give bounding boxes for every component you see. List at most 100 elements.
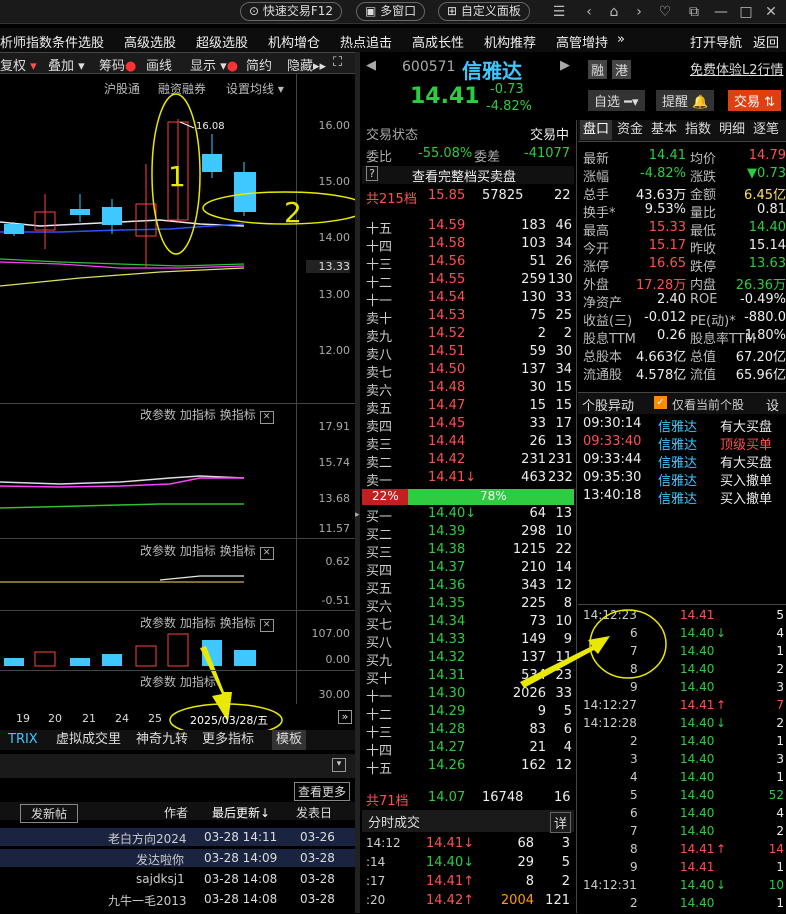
tab-template[interactable]: 模板 [272, 730, 307, 750]
back-icon[interactable]: ‹ [580, 3, 598, 21]
draw-button[interactable]: 画线 [146, 55, 172, 74]
multi-window-button[interactable]: ▣ 多窗口 [356, 2, 426, 21]
close-panel-icon[interactable]: ✕ [259, 619, 274, 632]
maximize-icon[interactable]: □ [737, 3, 755, 21]
anomaly-row[interactable]: 09:33:40 信雅达 顶级买单 [580, 434, 786, 453]
bid-row[interactable]: 买三 14.38 1215 22 [362, 542, 574, 561]
forum-row[interactable]: 九牛一毛2013 03-28 14:08 03-28 [0, 890, 355, 908]
hide-button[interactable]: 隐藏▸▸ [287, 55, 326, 74]
ask-row[interactable]: 卖四 14.45 33 17 [362, 416, 574, 435]
switch-indicator-link[interactable]: 换指标 [220, 616, 256, 630]
chips-button[interactable]: 筹码● [99, 55, 136, 74]
menu-item[interactable]: 机构增仓 [268, 32, 320, 51]
custom-panel-button[interactable]: ⊞ 自定义面板 [438, 2, 530, 21]
back-link[interactable]: 返回 [753, 32, 779, 51]
forum-row[interactable]: 老白方向2024 03-28 14:11 03-26 [0, 828, 355, 846]
anomaly-row[interactable]: 09:30:14 信雅达 有大买盘 [580, 416, 786, 435]
anomaly-row[interactable]: 13:40:18 信雅达 买入撤单 [580, 488, 786, 507]
prev-stock-icon[interactable]: ◀ [366, 58, 376, 73]
watchlist-dropdown[interactable]: 自选 ━▾ [588, 90, 645, 111]
ask-row[interactable]: 卖二 14.42 231 231 [362, 452, 574, 471]
open-nav-link[interactable]: 打开导航 [690, 32, 742, 51]
bid-row[interactable]: 十五 14.26 162 12 [362, 758, 574, 777]
anomaly-row[interactable]: 09:35:30 信雅达 买入撤单 [580, 470, 786, 489]
add-indicator-link[interactable]: 加指标 [180, 544, 216, 558]
minimize-icon[interactable]: — [712, 3, 730, 21]
overlay-dropdown[interactable]: 叠加 ▾ [48, 55, 85, 74]
bid-row[interactable]: 十四 14.27 21 4 [362, 740, 574, 759]
ask-row[interactable]: 卖一 14.41↓ 463 232 [362, 470, 574, 489]
bid-row[interactable]: 买五 14.36 343 12 [362, 578, 574, 597]
more-menu-icon[interactable]: » [617, 32, 625, 47]
tab-zijin[interactable]: 资金 [614, 120, 646, 140]
hk-badge[interactable]: 港 [612, 60, 632, 79]
menu-item[interactable]: 条件选股 [52, 32, 104, 51]
posted-header[interactable]: 发表日 [296, 804, 332, 821]
ask-row[interactable]: 十五 14.59 183 46 [362, 218, 574, 237]
ask-row[interactable]: 十三 14.56 51 26 [362, 254, 574, 273]
tab-virtual[interactable]: 虚拟成交里 [56, 730, 121, 750]
brief-button[interactable]: 简约 [246, 55, 272, 74]
margin-badge[interactable]: 融 [588, 60, 608, 79]
ask-row[interactable]: 十一 14.54 130 33 [362, 290, 574, 309]
ask-row[interactable]: 卖七 14.50 137 34 [362, 362, 574, 381]
skin-icon[interactable]: ♡ [656, 3, 674, 21]
collapse-icon[interactable]: ▾ [332, 758, 346, 772]
tab-zhubi[interactable]: 逐笔 [750, 120, 782, 140]
forum-row[interactable]: 发达啦你 03-28 14:09 03-28 [0, 849, 355, 867]
change-param-link[interactable]: 改参数 [140, 616, 176, 630]
forward-icon[interactable]: › [630, 3, 648, 21]
ask-row[interactable]: 十二 14.55 259 130 [362, 272, 574, 291]
menu-item[interactable]: 超级选股 [196, 32, 248, 51]
tab-jiben[interactable]: 基本 [648, 120, 680, 140]
tab-pankou[interactable]: 盘口 [580, 120, 612, 140]
restore-icon[interactable]: ⧉ [685, 3, 703, 21]
tab-more[interactable]: 更多指标 [202, 730, 254, 750]
anomaly-settings[interactable]: 设 [766, 395, 779, 414]
remind-button[interactable]: 提醒 🔔 [656, 90, 715, 111]
ask-row[interactable]: 卖六 14.48 30 15 [362, 380, 574, 399]
fullscreen-icon[interactable]: ⛶ [333, 55, 342, 70]
anomaly-row[interactable]: 09:33:44 信雅达 有大买盘 [580, 452, 786, 471]
close-panel-icon[interactable]: ✕ [259, 547, 274, 560]
next-stock-icon[interactable]: ▶ [560, 58, 570, 73]
close-icon[interactable]: ✕ [762, 3, 780, 21]
menu-icon[interactable]: ☰ [550, 3, 568, 21]
author-header[interactable]: 作者 [164, 804, 188, 821]
menu-item[interactable]: 高级选股 [124, 32, 176, 51]
view-more-button[interactable]: 查看更多 [294, 782, 351, 801]
bid-row[interactable]: 十二 14.29 9 5 [362, 704, 574, 723]
ask-row[interactable]: 卖五 14.47 15 15 [362, 398, 574, 417]
tab-nine[interactable]: 神奇九转 [136, 730, 188, 750]
ask-row[interactable]: 卖十 14.53 75 25 [362, 308, 574, 327]
free-l2-link[interactable]: 免费体验L2行情 [690, 59, 784, 78]
splitter-handle-icon[interactable]: ▸ [355, 510, 360, 520]
bid-row[interactable]: 买四 14.37 210 14 [362, 560, 574, 579]
fenshi-detail-button[interactable]: 详 [550, 812, 572, 833]
new-post-button[interactable]: 发新帖 [20, 804, 79, 823]
ask-row[interactable]: 卖三 14.44 26 13 [362, 434, 574, 453]
full-book-button[interactable]: ? 查看完整档买卖盘 [362, 166, 574, 185]
add-indicator-link[interactable]: 加指标 [180, 408, 216, 422]
tab-mingxi[interactable]: 明细 [716, 120, 748, 140]
menu-item[interactable]: 热点追击 [340, 32, 392, 51]
menu-item[interactable]: 高管增持 [556, 32, 608, 51]
fq-dropdown[interactable]: 复权 ▾ [0, 55, 37, 74]
switch-indicator-link[interactable]: 换指标 [220, 544, 256, 558]
bid-row[interactable]: 买一 14.40↓ 64 13 [362, 506, 574, 525]
only-current-checkbox[interactable]: ✓ [654, 396, 667, 409]
display-dropdown[interactable]: 显示 ▾● [190, 55, 238, 74]
add-indicator-link[interactable]: 加指标 [180, 616, 216, 630]
menu-item[interactable]: 机构推荐 [484, 32, 536, 51]
close-panel-icon[interactable]: ✕ [259, 411, 274, 424]
change-param-link[interactable]: 改参数 [140, 675, 176, 689]
updated-header[interactable]: 最后更新↓ [212, 804, 270, 821]
bid-row[interactable]: 买二 14.39 298 10 [362, 524, 574, 543]
ask-row[interactable]: 卖八 14.51 59 30 [362, 344, 574, 363]
bid-row[interactable]: 十三 14.28 83 6 [362, 722, 574, 741]
add-indicator-link[interactable]: 加指标 [180, 675, 216, 689]
tab-trix[interactable]: TRIX [8, 730, 38, 750]
home-icon[interactable]: ⌂ [605, 3, 623, 21]
change-param-link[interactable]: 改参数 [140, 544, 176, 558]
ask-row[interactable]: 十四 14.58 103 34 [362, 236, 574, 255]
